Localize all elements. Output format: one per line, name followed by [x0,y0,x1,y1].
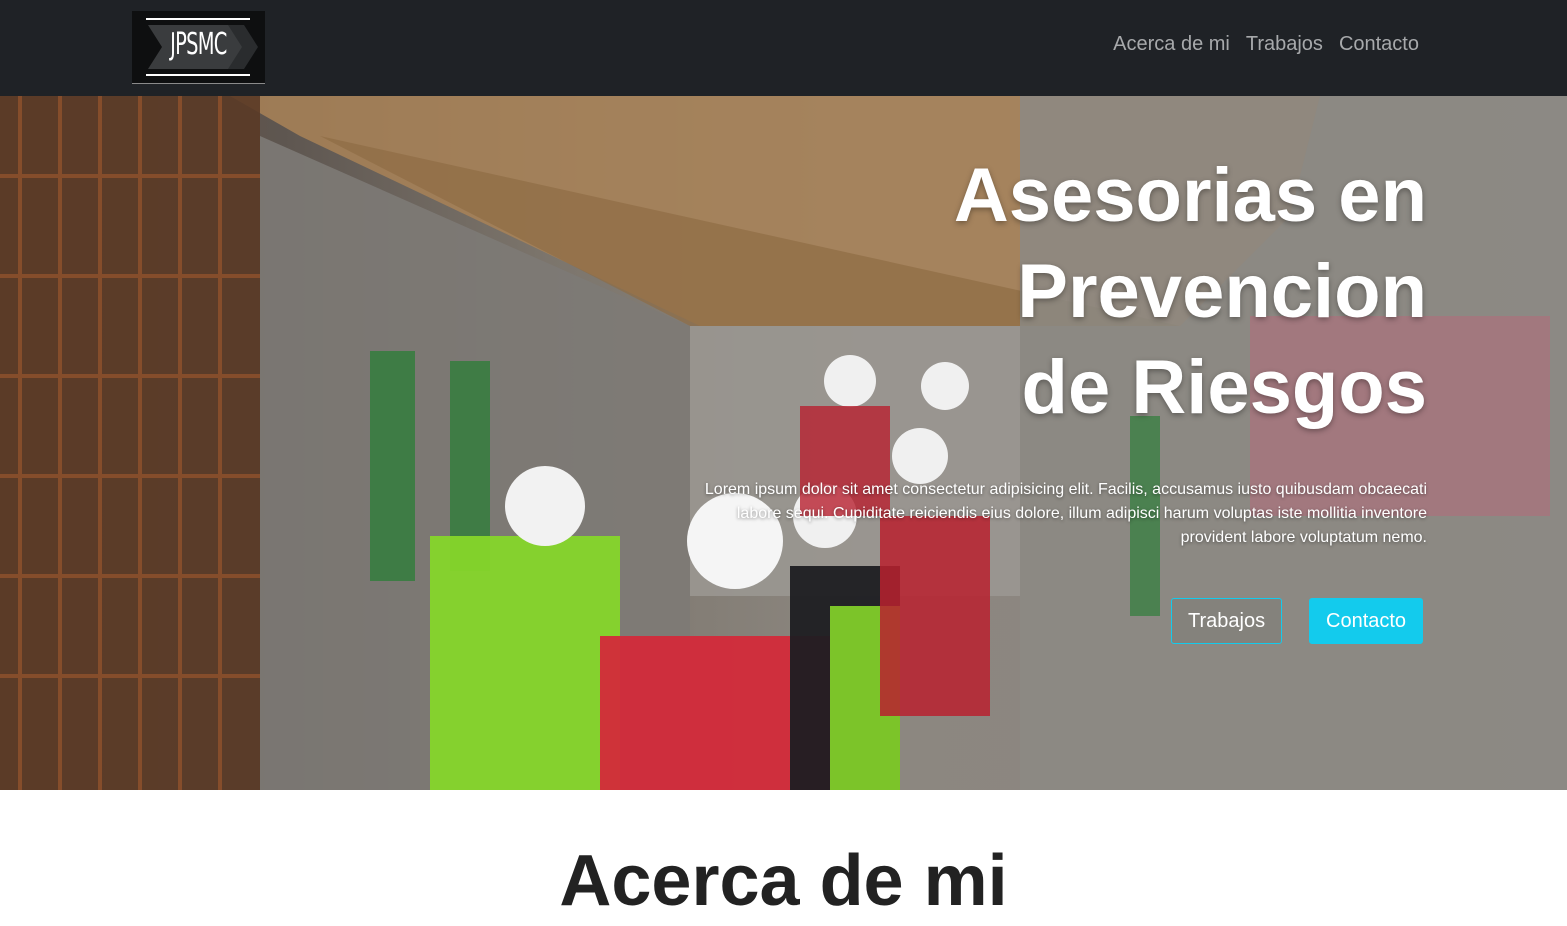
logo-text: JPSMC [170,27,227,62]
navbar: JPSMC Acerca de mi Trabajos Contacto [0,0,1567,96]
section-heading: Acerca de mi [559,841,1008,921]
contacto-button[interactable]: Contacto [1309,598,1424,644]
hero-section: Asesorias en Prevencion de Riesgos Lorem… [0,96,1567,790]
nav-link-trabajos[interactable]: Trabajos [1246,33,1323,56]
trabajos-button[interactable]: Trabajos [1171,598,1283,644]
hero-title-line: Prevencion [1017,249,1427,334]
hero-title: Asesorias en Prevencion de Riesgos [727,148,1427,436]
nav-links: Acerca de mi Trabajos Contacto [1113,33,1419,56]
site-logo[interactable]: JPSMC [132,11,265,84]
nav-link-contacto[interactable]: Contacto [1339,33,1419,56]
hero-title-line: Asesorias en [953,153,1427,238]
hero-description: Lorem ipsum dolor sit amet consectetur a… [704,481,1427,546]
hero-title-line: de Riesgos [1021,345,1427,430]
nav-link-acerca[interactable]: Acerca de mi [1113,33,1230,56]
